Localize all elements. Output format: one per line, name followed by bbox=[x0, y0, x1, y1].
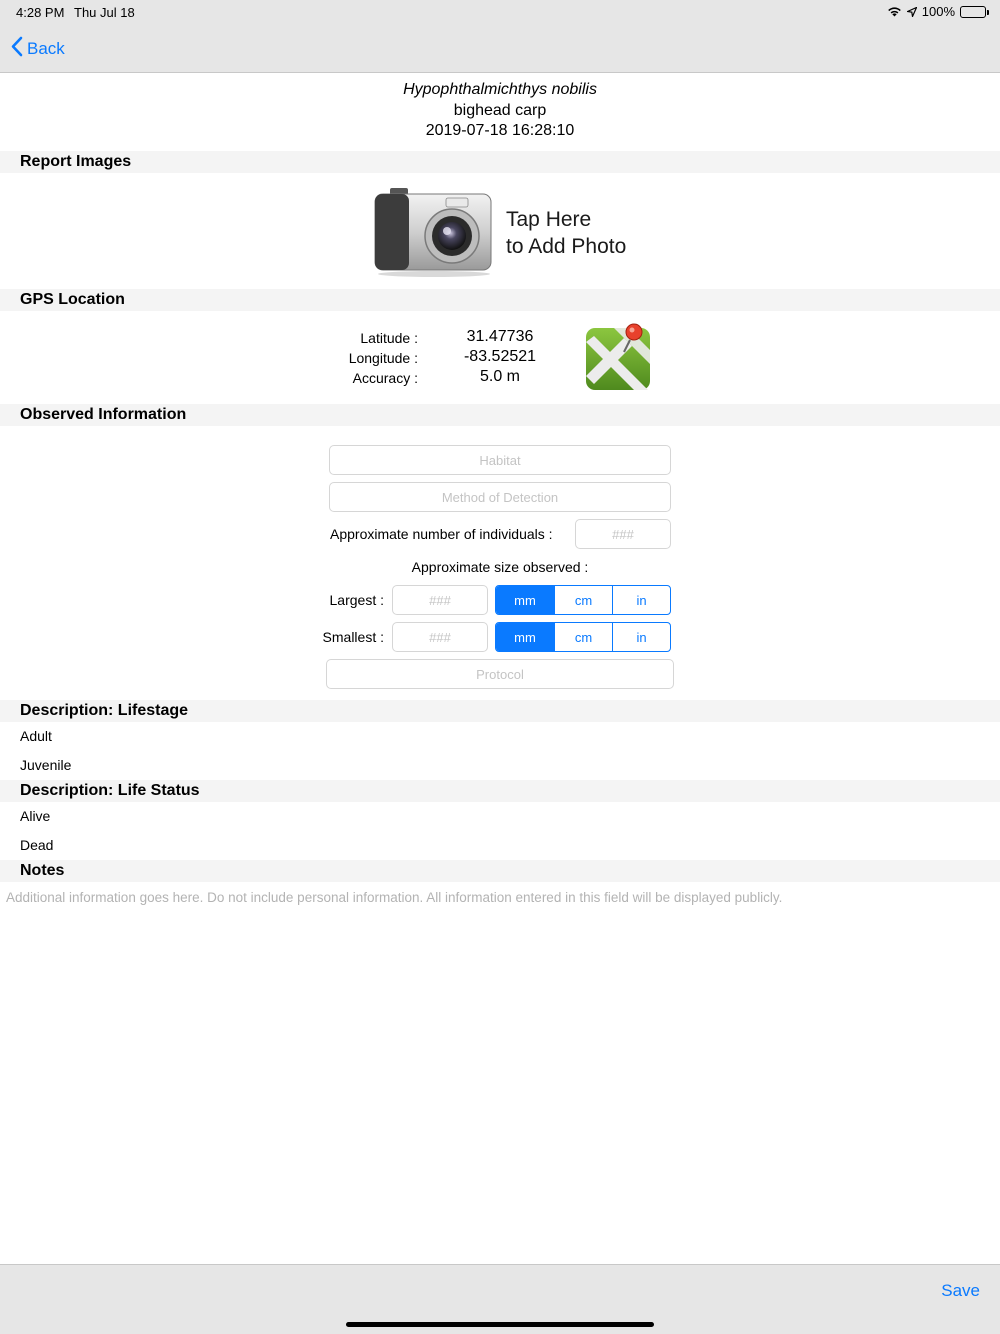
individuals-input[interactable]: ### bbox=[575, 519, 671, 549]
section-report-images: Report Images bbox=[0, 151, 1000, 173]
section-gps-location: GPS Location bbox=[0, 289, 1000, 311]
status-date: Thu Jul 18 bbox=[74, 5, 135, 20]
common-name: bighead carp bbox=[453, 101, 547, 119]
largest-unit-mm[interactable]: mm bbox=[496, 586, 554, 614]
add-photo-line1: Tap Here bbox=[506, 208, 592, 231]
longitude-label: Longitude : bbox=[348, 350, 418, 366]
latitude-label: Latitude : bbox=[360, 330, 418, 346]
battery-icon bbox=[960, 5, 989, 18]
back-button[interactable]: Back bbox=[11, 36, 65, 62]
status-bar: 4:28 PM Thu Jul 18 100% bbox=[0, 0, 1000, 24]
navigation-bar: Back bbox=[0, 24, 1000, 73]
status-time: 4:28 PM bbox=[16, 5, 65, 20]
smallest-unit-in[interactable]: in bbox=[612, 623, 670, 651]
size-observed-label: Approximate size observed : bbox=[411, 559, 589, 575]
gps-values: 31.47736 -83.52521 5.0 m bbox=[440, 327, 560, 387]
lifestage-option-juvenile[interactable]: Juvenile bbox=[20, 757, 71, 773]
section-notes: Notes bbox=[0, 860, 1000, 882]
map-button[interactable] bbox=[584, 320, 652, 392]
largest-unit-cm[interactable]: cm bbox=[554, 586, 612, 614]
back-label: Back bbox=[27, 39, 65, 58]
protocol-field[interactable]: Protocol bbox=[326, 659, 674, 689]
individuals-label: Approximate number of individuals : bbox=[330, 526, 553, 542]
smallest-label: Smallest : bbox=[322, 629, 384, 645]
battery-percent: 100% bbox=[921, 4, 955, 19]
wifi-icon bbox=[887, 6, 902, 17]
add-photo-button[interactable]: Tap Here to Add Photo bbox=[372, 184, 642, 278]
chevron-left-icon bbox=[11, 36, 27, 62]
add-photo-line2: to Add Photo bbox=[506, 235, 627, 258]
species-header: Hypophthalmichthys nobilis bighead carp … bbox=[0, 80, 1000, 142]
largest-unit-selector: mm cm in bbox=[495, 585, 671, 615]
gps-labels: Latitude : Longitude : Accuracy : bbox=[300, 328, 418, 388]
camera-icon bbox=[372, 184, 496, 283]
scientific-name: Hypophthalmichthys nobilis bbox=[403, 81, 597, 98]
section-lifestage: Description: Lifestage bbox=[0, 700, 1000, 722]
largest-label: Largest : bbox=[329, 592, 384, 608]
lifestage-option-adult[interactable]: Adult bbox=[20, 728, 52, 744]
section-observed-information: Observed Information bbox=[0, 404, 1000, 426]
accuracy-label: Accuracy : bbox=[352, 370, 418, 386]
smallest-unit-mm[interactable]: mm bbox=[496, 623, 554, 651]
map-pin-icon bbox=[584, 323, 652, 396]
largest-unit-in[interactable]: in bbox=[612, 586, 670, 614]
method-of-detection-field[interactable]: Method of Detection bbox=[329, 482, 671, 512]
life-status-option-alive[interactable]: Alive bbox=[20, 808, 50, 824]
bottom-toolbar: Save bbox=[0, 1264, 1000, 1334]
section-life-status: Description: Life Status bbox=[0, 780, 1000, 802]
add-photo-text: Tap Here to Add Photo bbox=[506, 206, 626, 260]
largest-size-input[interactable]: ### bbox=[392, 585, 488, 615]
habitat-field[interactable]: Habitat bbox=[329, 445, 671, 475]
smallest-unit-cm[interactable]: cm bbox=[554, 623, 612, 651]
accuracy-value: 5.0 m bbox=[479, 368, 520, 385]
latitude-value: 31.47736 bbox=[466, 328, 534, 345]
save-button[interactable]: Save bbox=[941, 1281, 980, 1301]
smallest-unit-selector: mm cm in bbox=[495, 622, 671, 652]
smallest-size-input[interactable]: ### bbox=[392, 622, 488, 652]
notes-textarea[interactable]: Additional information goes here. Do not… bbox=[6, 890, 996, 905]
report-timestamp: 2019-07-18 16:28:10 bbox=[425, 122, 575, 139]
life-status-option-dead[interactable]: Dead bbox=[20, 837, 53, 853]
location-arrow-icon bbox=[906, 6, 917, 17]
status-indicators: 100% bbox=[887, 4, 989, 19]
longitude-value: -83.52521 bbox=[463, 348, 537, 365]
home-indicator[interactable] bbox=[346, 1322, 654, 1327]
